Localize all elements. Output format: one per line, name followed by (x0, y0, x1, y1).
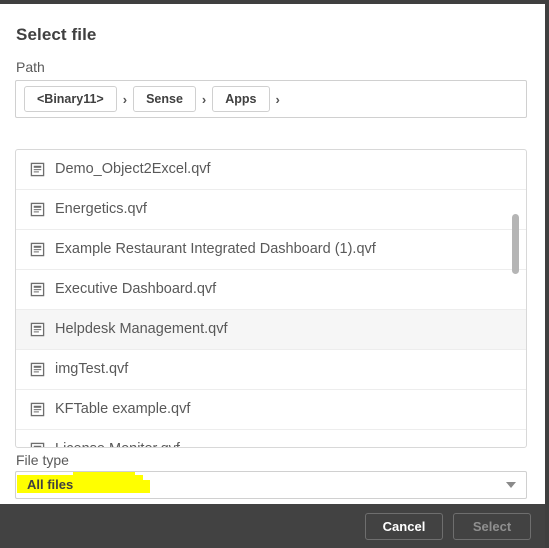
breadcrumb-separator-icon: › (122, 91, 128, 107)
list-item[interactable]: Energetics.qvf (16, 190, 526, 230)
dialog-footer: Cancel Select (0, 504, 545, 548)
list-item[interactable]: License Monitor.qvf (16, 430, 526, 447)
breadcrumb-crumb[interactable]: <Binary11> (24, 86, 117, 112)
file-type-label: File type (16, 452, 69, 468)
list-item[interactable]: imgTest.qvf (16, 350, 526, 390)
document-icon (30, 202, 45, 217)
file-type-select[interactable] (15, 471, 527, 499)
file-name: Example Restaurant Integrated Dashboard … (55, 241, 376, 258)
breadcrumb-separator-icon: › (201, 91, 207, 107)
file-list-scrollbar-track[interactable] (512, 152, 523, 447)
chevron-down-icon[interactable] (506, 482, 516, 488)
file-name: imgTest.qvf (55, 361, 129, 378)
breadcrumb: <Binary11> › Sense › Apps › (15, 80, 527, 118)
file-name: Demo_Object2Excel.qvf (55, 161, 211, 178)
breadcrumb-crumb[interactable]: Sense (133, 86, 196, 112)
select-file-dialog: Select file Path <Binary11> › Sense › Apps › … (0, 0, 549, 548)
document-icon (30, 162, 45, 177)
list-item[interactable]: Executive Dashboard.qvf (16, 270, 526, 310)
document-icon (30, 402, 45, 417)
document-icon (30, 282, 45, 297)
list-item[interactable]: KFTable example.qvf (16, 390, 526, 430)
file-name: KFTable example.qvf (55, 401, 191, 418)
document-icon (30, 362, 45, 377)
document-icon (30, 322, 45, 337)
breadcrumb-crumb[interactable]: Apps (212, 86, 270, 112)
file-list[interactable]: Demo_Object2Excel.qvf Energetics.qvf Examp… (15, 149, 527, 448)
cancel-button[interactable]: Cancel (365, 512, 443, 540)
list-item[interactable]: Example Restaurant Integrated Dashboard … (16, 230, 526, 270)
file-name: Energetics.qvf (55, 201, 147, 218)
file-type-selected-value: All files (27, 477, 74, 492)
path-label: Path (16, 59, 45, 75)
document-icon (30, 242, 45, 257)
file-list-scrollbar-thumb[interactable] (512, 214, 519, 274)
file-name: Executive Dashboard.qvf (55, 281, 217, 298)
select-button[interactable]: Select (453, 512, 531, 540)
file-type-select-wrapper: All files (15, 471, 527, 499)
page-title: Select file (16, 25, 97, 44)
file-name: Helpdesk Management.qvf (55, 321, 228, 338)
document-icon (30, 442, 45, 447)
breadcrumb-separator-icon: › (275, 91, 280, 107)
list-item[interactable]: Demo_Object2Excel.qvf (16, 150, 526, 190)
file-name: License Monitor.qvf (55, 442, 180, 447)
list-item[interactable]: Helpdesk Management.qvf (16, 310, 526, 350)
